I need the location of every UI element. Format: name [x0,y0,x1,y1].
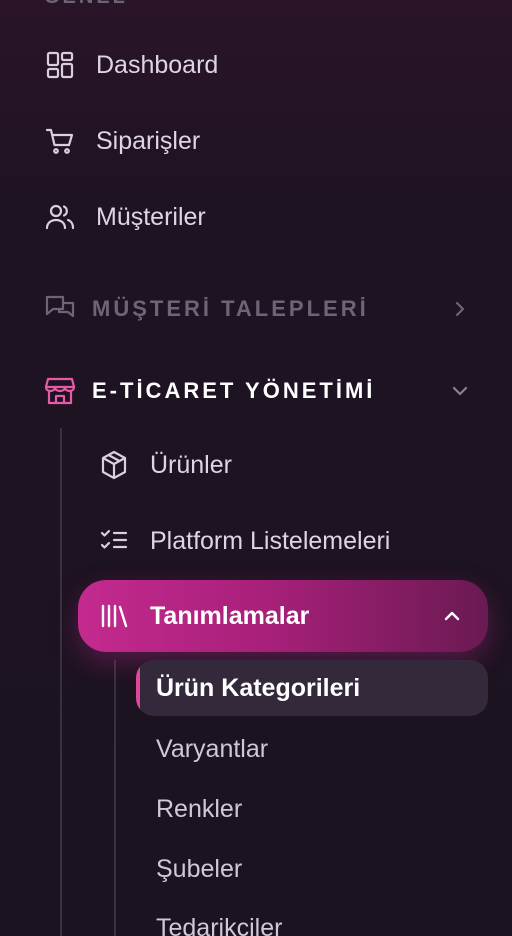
sidebar-item-subeler[interactable]: Şubeler [156,849,242,889]
chevron-right-icon [450,299,470,319]
sidebar-item-label: Dashboard [96,50,219,79]
tree-line [60,428,62,936]
sidebar-item-label: Ürünler [150,450,232,479]
sidebar-item-label: Siparişler [96,126,201,155]
sidebar-item-renkler[interactable]: Renkler [156,789,242,829]
chat-bubbles-icon [44,293,76,325]
chevron-down-icon [450,381,470,401]
sidebar-item-platform-listelemeleri[interactable]: Platform Listelemeleri [98,521,390,561]
sidebar-item-siparisler[interactable]: Siparişler [44,121,200,161]
sidebar-item-label: Müşteriler [96,202,206,231]
sidebar-item-urunler[interactable]: Ürünler [98,445,232,485]
group-label: MÜŞTERİ TALEPLERİ [92,296,369,321]
section-title-genel: GENEL [44,0,128,9]
group-e-ticaret-yonetimi[interactable]: E-TİCARET YÖNETİMİ [44,369,470,413]
tree-line [114,660,116,936]
chevron-up-icon [440,604,464,628]
group-musteri-talepleri[interactable]: MÜŞTERİ TALEPLERİ [44,287,470,331]
sidebar-item-dashboard[interactable]: Dashboard [44,45,218,85]
sidebar-item-urun-kategorileri[interactable]: Ürün Kategorileri [136,660,488,716]
sidebar-item-tanimlamalar[interactable]: Tanımlamalar [78,580,488,652]
users-icon [44,201,76,233]
dashboard-grid-icon [44,49,76,81]
active-indicator [136,660,140,716]
box-icon [98,449,130,481]
shopping-cart-icon [44,125,76,157]
sidebar-item-musteriler[interactable]: Müşteriler [44,197,206,237]
sidebar-item-label: Ürün Kategorileri [156,673,361,702]
sidebar-item-tedarikciler[interactable]: Tedarikçiler [156,908,282,936]
library-icon [98,600,130,632]
sidebar: GENEL Dashboard Siparişler [0,0,512,936]
sidebar-item-label: Platform Listelemeleri [150,526,391,555]
checklist-icon [98,525,130,557]
sidebar-item-label: Tanımlamalar [150,601,310,630]
storefront-icon [44,375,76,407]
group-label: E-TİCARET YÖNETİMİ [92,378,376,403]
sidebar-item-varyantlar[interactable]: Varyantlar [156,729,268,769]
